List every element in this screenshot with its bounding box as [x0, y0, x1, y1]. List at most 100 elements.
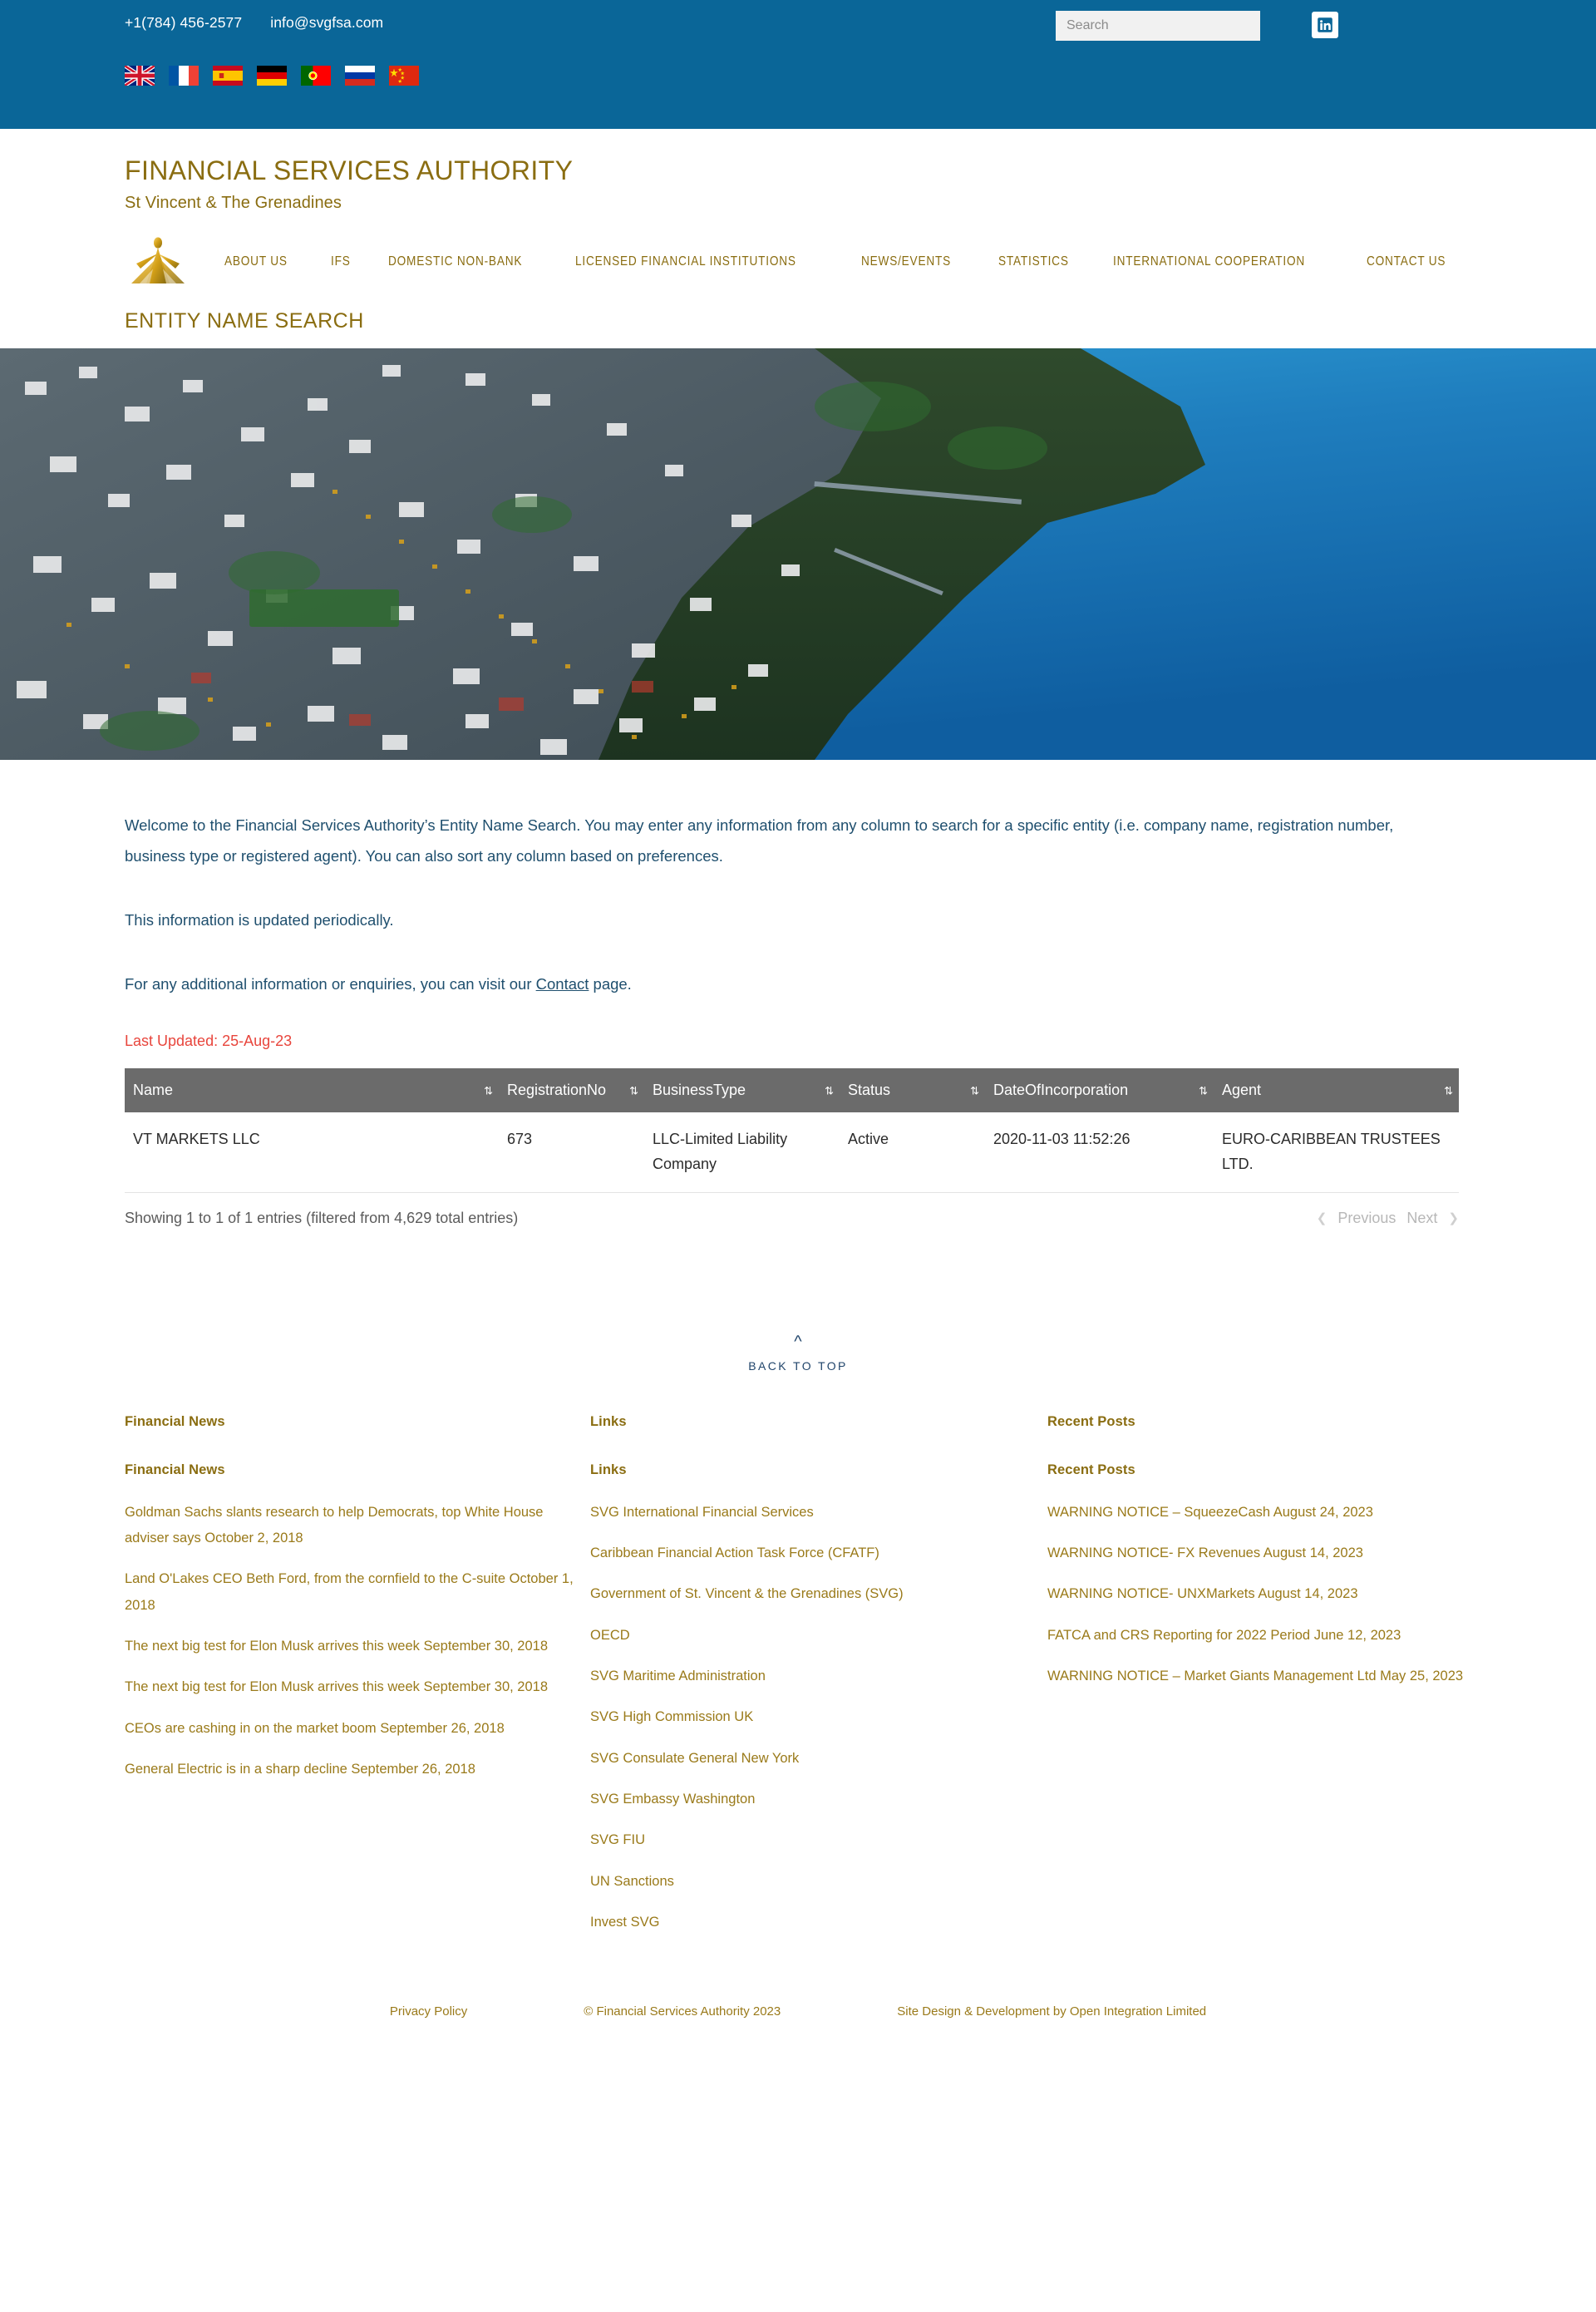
- news-link[interactable]: Goldman Sachs slants research to help De…: [125, 1505, 543, 1545]
- column-header-agent[interactable]: Agent ⇅: [1214, 1068, 1459, 1113]
- table-pagination: ❮ Previous Next ❯: [1317, 1210, 1459, 1227]
- list-item: Government of St. Vincent & the Grenadin…: [590, 1581, 1047, 1607]
- footer-link[interactable]: Invest SVG: [590, 1915, 659, 1930]
- cell-registration-no: 673: [499, 1112, 644, 1193]
- search-input[interactable]: [1056, 11, 1260, 41]
- footer-link[interactable]: UN Sanctions: [590, 1874, 674, 1889]
- linkedin-icon[interactable]: [1312, 12, 1338, 38]
- post-link[interactable]: WARNING NOTICE- FX Revenues August 14, 2…: [1047, 1545, 1363, 1560]
- column-header-name[interactable]: Name ⇅: [125, 1068, 499, 1113]
- sort-toggle-icon[interactable]: ⇅: [970, 1085, 979, 1096]
- flag-spain-icon[interactable]: [213, 66, 243, 86]
- chevron-right-icon[interactable]: ❯: [1448, 1210, 1459, 1225]
- list-item: SVG FIU: [590, 1827, 1047, 1853]
- footer-link[interactable]: Caribbean Financial Action Task Force (C…: [590, 1545, 879, 1560]
- footer-link[interactable]: SVG International Financial Services: [590, 1505, 814, 1520]
- footer-link[interactable]: OECD: [590, 1628, 630, 1643]
- flag-china-icon[interactable]: [389, 66, 419, 86]
- nav-item-statistics[interactable]: STATISTICS: [998, 254, 1069, 269]
- footer-link[interactable]: SVG FIU: [590, 1832, 645, 1847]
- footer-financial-news-list: Goldman Sachs slants research to help De…: [125, 1500, 590, 1783]
- footer-column-recent-posts: Recent Posts WARNING NOTICE – SqueezeCas…: [1047, 1462, 1471, 1951]
- list-item: Land O'Lakes CEO Beth Ford, from the cor…: [125, 1566, 590, 1619]
- list-item: SVG Embassy Washington: [590, 1787, 1047, 1812]
- footer-clipped-recent-posts-heading: Recent Posts: [1047, 1413, 1135, 1429]
- post-link[interactable]: WARNING NOTICE – Market Giants Managemen…: [1047, 1669, 1463, 1683]
- footer-heading-links: Links: [590, 1462, 627, 1477]
- sort-toggle-icon[interactable]: ⇅: [629, 1085, 638, 1096]
- topbar-contact-group: +1(784) 456-2577 info@svgfsa.com: [125, 14, 383, 32]
- column-header-registration-no[interactable]: RegistrationNo ⇅: [499, 1068, 644, 1113]
- nav-item-about-us[interactable]: ABOUT US: [224, 254, 288, 269]
- footer-link[interactable]: SVG Maritime Administration: [590, 1669, 766, 1683]
- list-item: The next big test for Elon Musk arrives …: [125, 1634, 590, 1659]
- list-item: General Electric is in a sharp decline S…: [125, 1757, 590, 1782]
- flag-germany-icon[interactable]: [257, 66, 287, 86]
- list-item: SVG Consulate General New York: [590, 1746, 1047, 1772]
- news-link[interactable]: The next big test for Elon Musk arrives …: [125, 1679, 548, 1694]
- nav-item-licensed-financial-institutions[interactable]: LICENSED FINANCIAL INSTITUTIONS: [575, 254, 796, 269]
- email-link[interactable]: info@svgfsa.com: [270, 14, 383, 32]
- flag-russia-icon[interactable]: [345, 66, 375, 86]
- site-credit-link[interactable]: Site Design & Development by Open Integr…: [897, 2004, 1206, 2019]
- column-header-status-label: Status: [848, 1082, 891, 1099]
- flag-portugal-icon[interactable]: [301, 66, 331, 86]
- pagination-previous-button[interactable]: Previous: [1337, 1210, 1396, 1227]
- list-item: WARNING NOTICE – Market Giants Managemen…: [1047, 1664, 1471, 1689]
- contact-page-link[interactable]: Contact: [536, 975, 589, 993]
- cell-business-type: LLC-Limited Liability Company: [644, 1112, 840, 1193]
- footer-recent-posts-list: WARNING NOTICE – SqueezeCash August 24, …: [1047, 1500, 1471, 1690]
- contact-text-before: For any additional information or enquir…: [125, 975, 536, 993]
- intro-paragraph-3: For any additional information or enquir…: [125, 969, 1455, 999]
- fsa-logo-icon[interactable]: [125, 235, 191, 288]
- footer-link[interactable]: SVG High Commission UK: [590, 1709, 753, 1724]
- sort-toggle-icon[interactable]: ⇅: [484, 1085, 493, 1096]
- footer-link[interactable]: SVG Consulate General New York: [590, 1751, 799, 1766]
- footer-link[interactable]: Government of St. Vincent & the Grenadin…: [590, 1586, 904, 1601]
- post-link[interactable]: WARNING NOTICE- UNXMarkets August 14, 20…: [1047, 1586, 1358, 1601]
- news-link[interactable]: CEOs are cashing in on the market boom S…: [125, 1721, 505, 1736]
- footer-columns: Financial News Goldman Sachs slants rese…: [125, 1462, 1471, 1951]
- sort-toggle-icon[interactable]: ⇅: [825, 1085, 834, 1096]
- main-content: Welcome to the Financial Services Author…: [125, 760, 1471, 1226]
- top-utility-bar: +1(784) 456-2577 info@svgfsa.com: [0, 0, 1596, 129]
- column-header-date-of-incorporation-label: DateOfIncorporation: [993, 1082, 1129, 1099]
- nav-item-news-events[interactable]: NEWS/EVENTS: [861, 254, 951, 269]
- cell-date-of-incorporation: 2020-11-03 11:52:26: [985, 1112, 1214, 1193]
- list-item: UN Sanctions: [590, 1869, 1047, 1895]
- privacy-policy-link[interactable]: Privacy Policy: [390, 2004, 467, 2019]
- nav-item-international-cooperation[interactable]: INTERNATIONAL COOPERATION: [1113, 254, 1305, 269]
- column-header-status[interactable]: Status ⇅: [840, 1068, 985, 1113]
- post-link[interactable]: FATCA and CRS Reporting for 2022 Period …: [1047, 1628, 1401, 1643]
- language-flag-list: [125, 66, 419, 86]
- list-item: Caribbean Financial Action Task Force (C…: [590, 1541, 1047, 1566]
- chevron-up-icon: ^: [794, 1332, 802, 1351]
- news-link[interactable]: Land O'Lakes CEO Beth Ford, from the cor…: [125, 1571, 574, 1612]
- chevron-left-icon[interactable]: ❮: [1317, 1210, 1328, 1225]
- footer-link[interactable]: SVG Embassy Washington: [590, 1792, 755, 1807]
- flag-united-kingdom-icon[interactable]: [125, 66, 155, 86]
- sort-toggle-icon[interactable]: ⇅: [1444, 1085, 1453, 1096]
- sort-toggle-icon[interactable]: ⇅: [1199, 1085, 1208, 1096]
- post-link[interactable]: WARNING NOTICE – SqueezeCash August 24, …: [1047, 1505, 1373, 1520]
- entity-results-table: Name ⇅ RegistrationNo ⇅ BusinessType ⇅ S…: [125, 1068, 1459, 1193]
- news-link[interactable]: General Electric is in a sharp decline S…: [125, 1762, 475, 1777]
- flag-france-icon[interactable]: [169, 66, 199, 86]
- list-item: SVG International Financial Services: [590, 1500, 1047, 1526]
- site-subtitle: St Vincent & The Grenadines: [125, 194, 342, 213]
- back-to-top-label: BACK TO TOP: [748, 1358, 848, 1373]
- column-header-name-label: Name: [133, 1082, 174, 1099]
- phone-link[interactable]: +1(784) 456-2577: [125, 14, 242, 32]
- nav-item-contact-us[interactable]: CONTACT US: [1367, 254, 1446, 269]
- cell-agent: EURO-CARIBBEAN TRUSTEES LTD.: [1214, 1112, 1459, 1193]
- pagination-next-button[interactable]: Next: [1406, 1210, 1437, 1227]
- column-header-date-of-incorporation[interactable]: DateOfIncorporation ⇅: [985, 1068, 1214, 1113]
- back-to-top-button[interactable]: ^ BACK TO TOP: [0, 1332, 1596, 1373]
- nav-item-domestic-non-bank[interactable]: DOMESTIC NON-BANK: [388, 254, 522, 269]
- footer-column-financial-news: Financial News Goldman Sachs slants rese…: [125, 1462, 590, 1951]
- news-link[interactable]: The next big test for Elon Musk arrives …: [125, 1639, 548, 1654]
- site-header: FINANCIAL SERVICES AUTHORITY St Vincent …: [0, 129, 1596, 349]
- nav-item-ifs[interactable]: IFS: [331, 254, 351, 269]
- list-item: OECD: [590, 1623, 1047, 1649]
- column-header-business-type[interactable]: BusinessType ⇅: [644, 1068, 840, 1113]
